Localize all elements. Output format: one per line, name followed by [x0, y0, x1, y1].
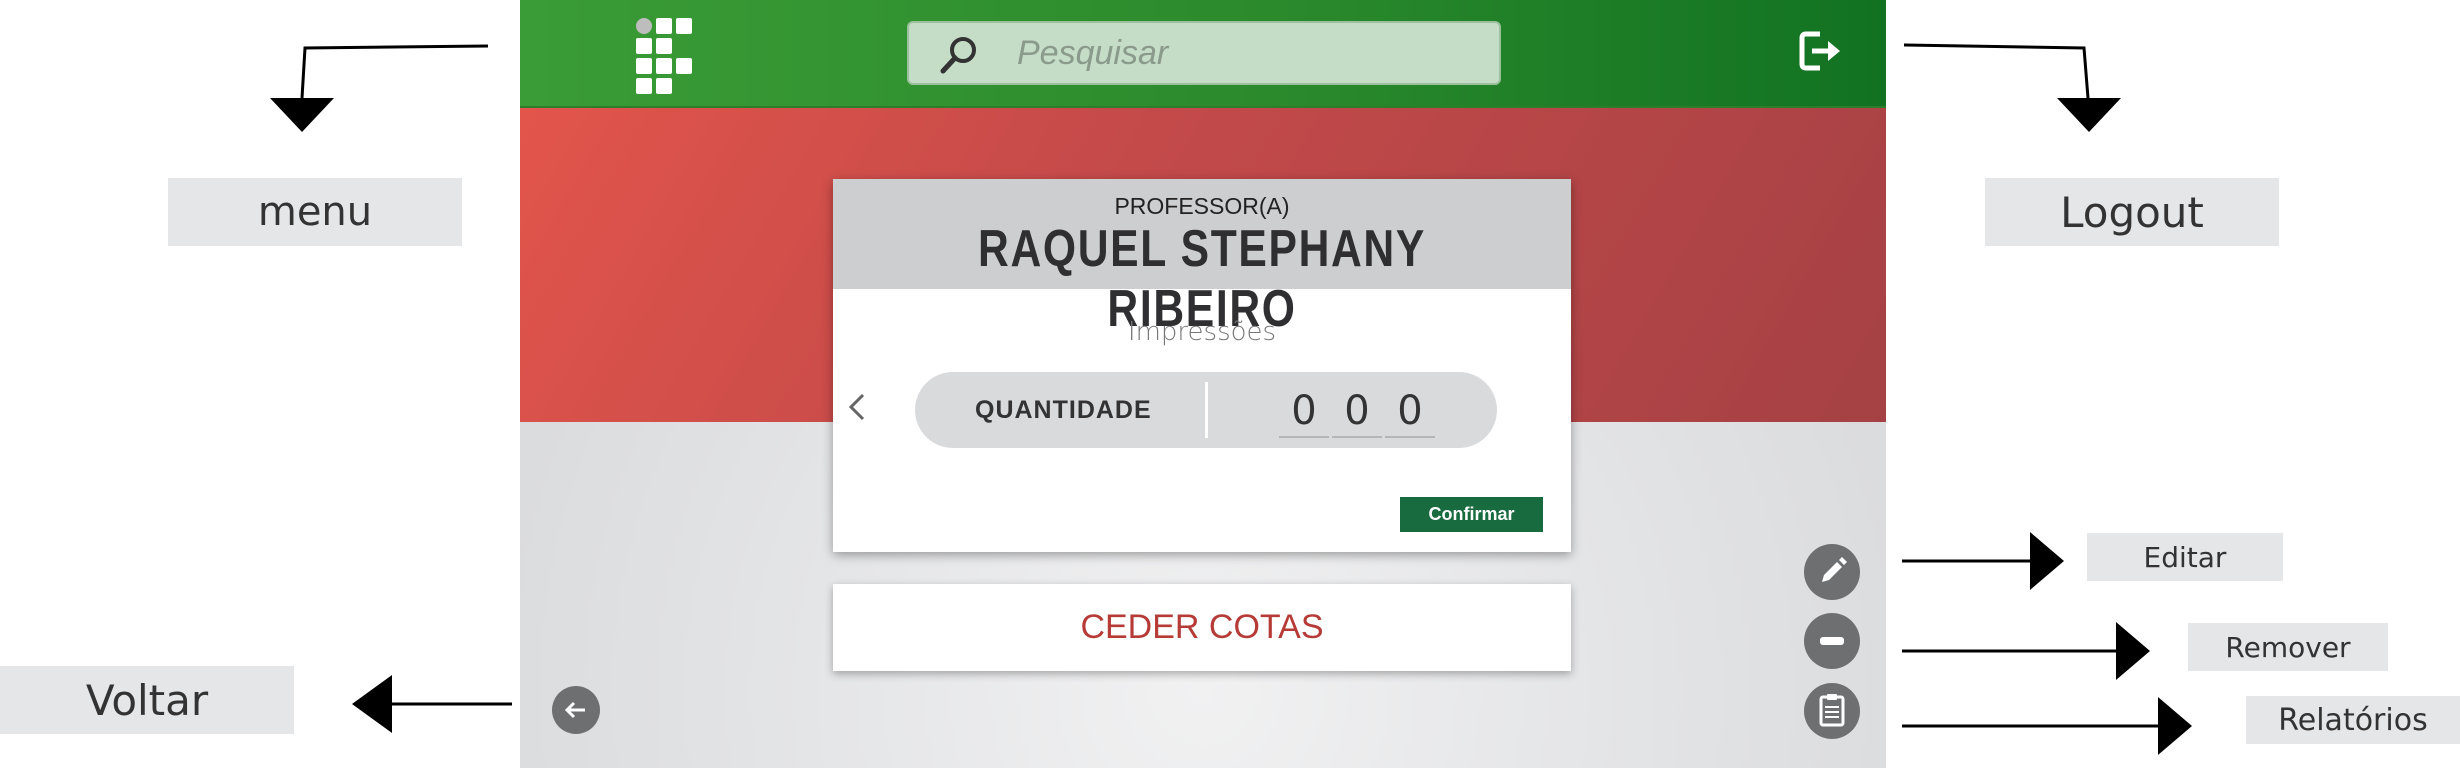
arrow-left-icon	[564, 701, 585, 719]
annotation-logout: Logout	[1985, 178, 2279, 246]
annotation-remover: Remover	[2188, 623, 2388, 671]
menu-logo-button[interactable]	[636, 18, 696, 94]
pencil-icon	[1822, 557, 1847, 582]
reports-button[interactable]	[1804, 683, 1860, 739]
quantity-digit-2[interactable]: 0	[1332, 386, 1382, 438]
quota-card: PROFESSOR(A) RAQUEL STEPHANY RIBEIRO Imp…	[833, 179, 1571, 552]
back-button[interactable]	[552, 686, 600, 734]
card-subtitle: Impressões	[1127, 317, 1277, 347]
voltar-arrow-head	[352, 675, 392, 733]
logout-icon[interactable]	[1798, 28, 1842, 74]
user-role: PROFESSOR(A)	[1114, 193, 1290, 219]
search-icon	[940, 37, 976, 74]
annotation-editar: Editar	[2087, 533, 2283, 581]
chevron-left-icon[interactable]	[845, 387, 869, 427]
top-bar: Pesquisar	[520, 0, 1886, 108]
search-input[interactable]: Pesquisar	[1017, 23, 1168, 83]
ceder-cotas-button[interactable]: CEDER COTAS	[833, 584, 1571, 671]
menu-arrow-head	[270, 98, 334, 132]
app-screen: Pesquisar PROFESSOR(A) RAQUEL STEPHANY R…	[520, 0, 1886, 768]
annotation-voltar: Voltar	[0, 666, 294, 734]
search-bar[interactable]: Pesquisar	[907, 21, 1501, 85]
quantity-label: QUANTIDADE	[975, 396, 1152, 424]
remove-button[interactable]	[1804, 613, 1860, 669]
logout-arrow-head	[2057, 98, 2121, 132]
quantity-digit-1[interactable]: 0	[1279, 386, 1329, 438]
editar-arrow-head	[2030, 532, 2064, 590]
remover-arrow-head	[2116, 622, 2150, 680]
quantity-digit-3[interactable]: 0	[1385, 386, 1435, 438]
confirm-button[interactable]: Confirmar	[1400, 497, 1543, 532]
quantity-divider	[1205, 382, 1208, 438]
annotation-relatorios: Relatórios	[2246, 696, 2460, 744]
annotation-menu: menu	[168, 178, 462, 246]
edit-button[interactable]	[1804, 544, 1860, 600]
card-header: PROFESSOR(A) RAQUEL STEPHANY RIBEIRO	[833, 179, 1571, 338]
clipboard-icon	[1819, 694, 1845, 727]
minus-icon	[1820, 637, 1844, 645]
quantity-field: QUANTIDADE 0 0 0	[915, 372, 1497, 448]
relatorios-arrow-head	[2158, 697, 2192, 755]
